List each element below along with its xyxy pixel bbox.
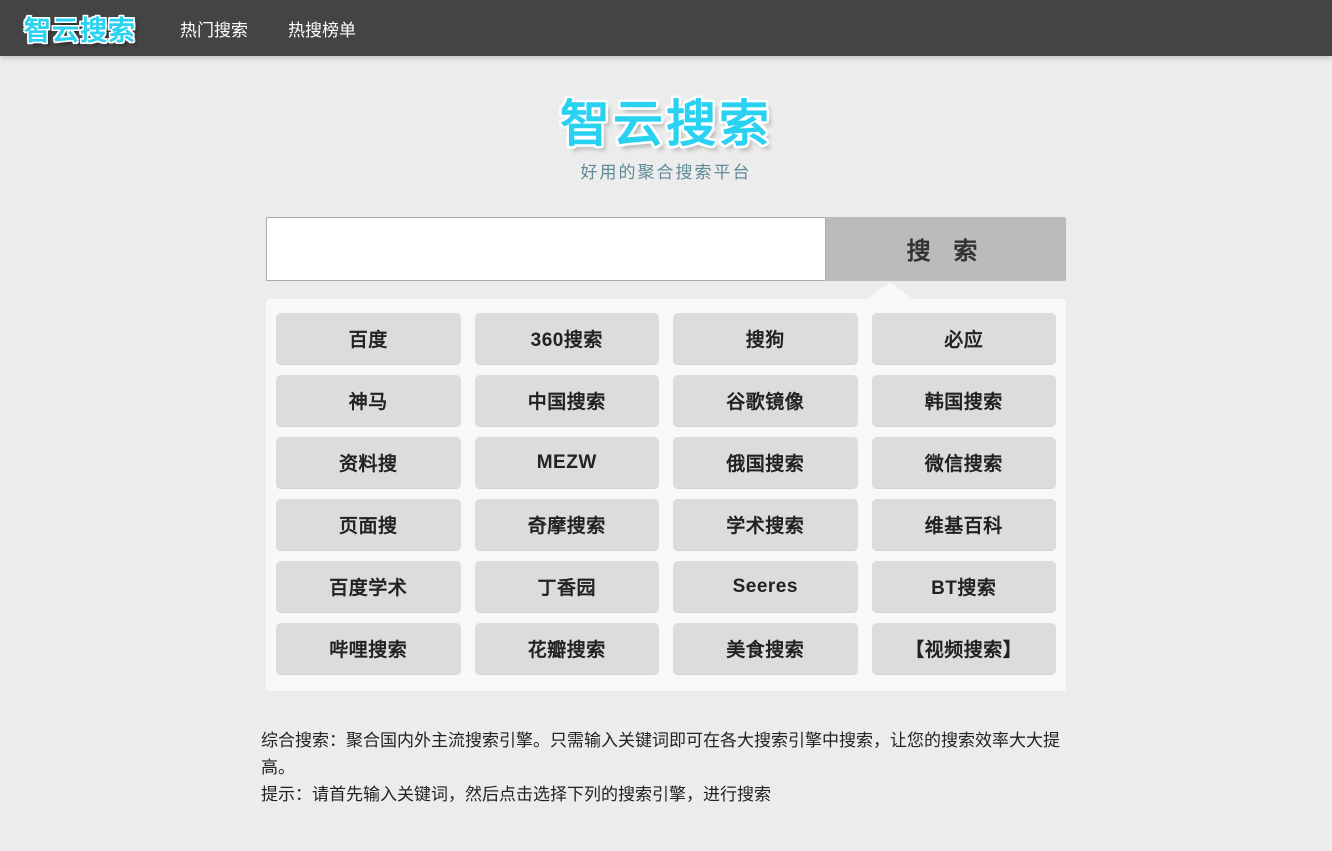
engine-panel: 百度 360搜索 搜狗 必应神马 中国搜索 谷歌镜像 韩国搜索资料搜 MEZW 俄国搜索 微信搜索… <box>266 281 1066 691</box>
site-logo[interactable]: 智云搜索 <box>24 9 136 48</box>
engine-button[interactable]: 神马 <box>276 374 461 427</box>
engine-button[interactable]: 丁香园 <box>474 560 659 613</box>
brand-subtitle: 好用的聚合搜索平台 <box>580 162 752 182</box>
engine-button[interactable]: 奇摩搜索 <box>474 498 659 551</box>
description-line-overview: 综合搜索：聚合国内外主流搜索引擎。只需输入关键词即可在各大搜索引擎中搜索，让您的… <box>261 730 1060 777</box>
description-line-tip: 提示：请首先输入关键词，然后点击选择下列的搜索引擎，进行搜索 <box>261 784 771 804</box>
engine-button[interactable]: 美食搜索 <box>673 622 858 675</box>
engine-button[interactable]: Seeres <box>673 560 858 613</box>
engine-button[interactable]: 俄国搜索 <box>673 436 858 489</box>
engine-button[interactable]: 韩国搜索 <box>871 374 1056 427</box>
page-body: 智云搜索 好用的聚合搜索平台 搜 索 百度 360搜索 搜狗 必应神马 中国搜索 谷歌镜像… <box>0 56 1332 808</box>
engine-button[interactable]: 学术搜索 <box>673 498 858 551</box>
engine-button[interactable]: 谷歌镜像 <box>673 374 858 427</box>
brand-title: 智云搜索 <box>560 96 772 152</box>
engine-button[interactable]: 资料搜 <box>276 436 461 489</box>
search-button[interactable]: 搜 索 <box>826 216 1066 281</box>
engine-button[interactable]: 百度 <box>276 312 461 365</box>
nav-links: 热门搜索 热搜榜单 <box>180 16 396 41</box>
nav-item-hot-ranking[interactable]: 热搜榜单 <box>288 16 356 41</box>
search-bar: 搜 索 <box>266 216 1066 281</box>
nav-item-hot-search[interactable]: 热门搜索 <box>180 16 248 41</box>
engine-button[interactable]: 微信搜索 <box>871 436 1056 489</box>
top-navbar: 智云搜索 热门搜索 热搜榜单 <box>0 0 1332 56</box>
engine-button[interactable]: BT搜索 <box>871 560 1056 613</box>
search-input[interactable] <box>266 216 826 281</box>
engine-button[interactable]: 花瓣搜索 <box>474 622 659 675</box>
engine-grid: 百度 360搜索 搜狗 必应神马 中国搜索 谷歌镜像 韩国搜索资料搜 MEZW 俄国搜索 微信搜索… <box>276 312 1056 675</box>
engine-button[interactable]: 维基百科 <box>871 498 1056 551</box>
panel-notch-triangle <box>866 281 914 300</box>
engine-button[interactable]: 【视频搜索】 <box>871 622 1056 675</box>
engine-button[interactable]: 360搜索 <box>474 312 659 365</box>
engine-button[interactable]: 中国搜索 <box>474 374 659 427</box>
engine-button[interactable]: 页面搜 <box>276 498 461 551</box>
engine-button[interactable]: 哔哩搜索 <box>276 622 461 675</box>
description-block: 综合搜索：聚合国内外主流搜索引擎。只需输入关键词即可在各大搜索引擎中搜索，让您的… <box>261 727 1071 809</box>
engine-button[interactable]: 百度学术 <box>276 560 461 613</box>
engine-button[interactable]: MEZW <box>474 436 659 489</box>
brand-block: 智云搜索 好用的聚合搜索平台 <box>560 96 772 183</box>
engine-button[interactable]: 搜狗 <box>673 312 858 365</box>
engine-button[interactable]: 必应 <box>871 312 1056 365</box>
